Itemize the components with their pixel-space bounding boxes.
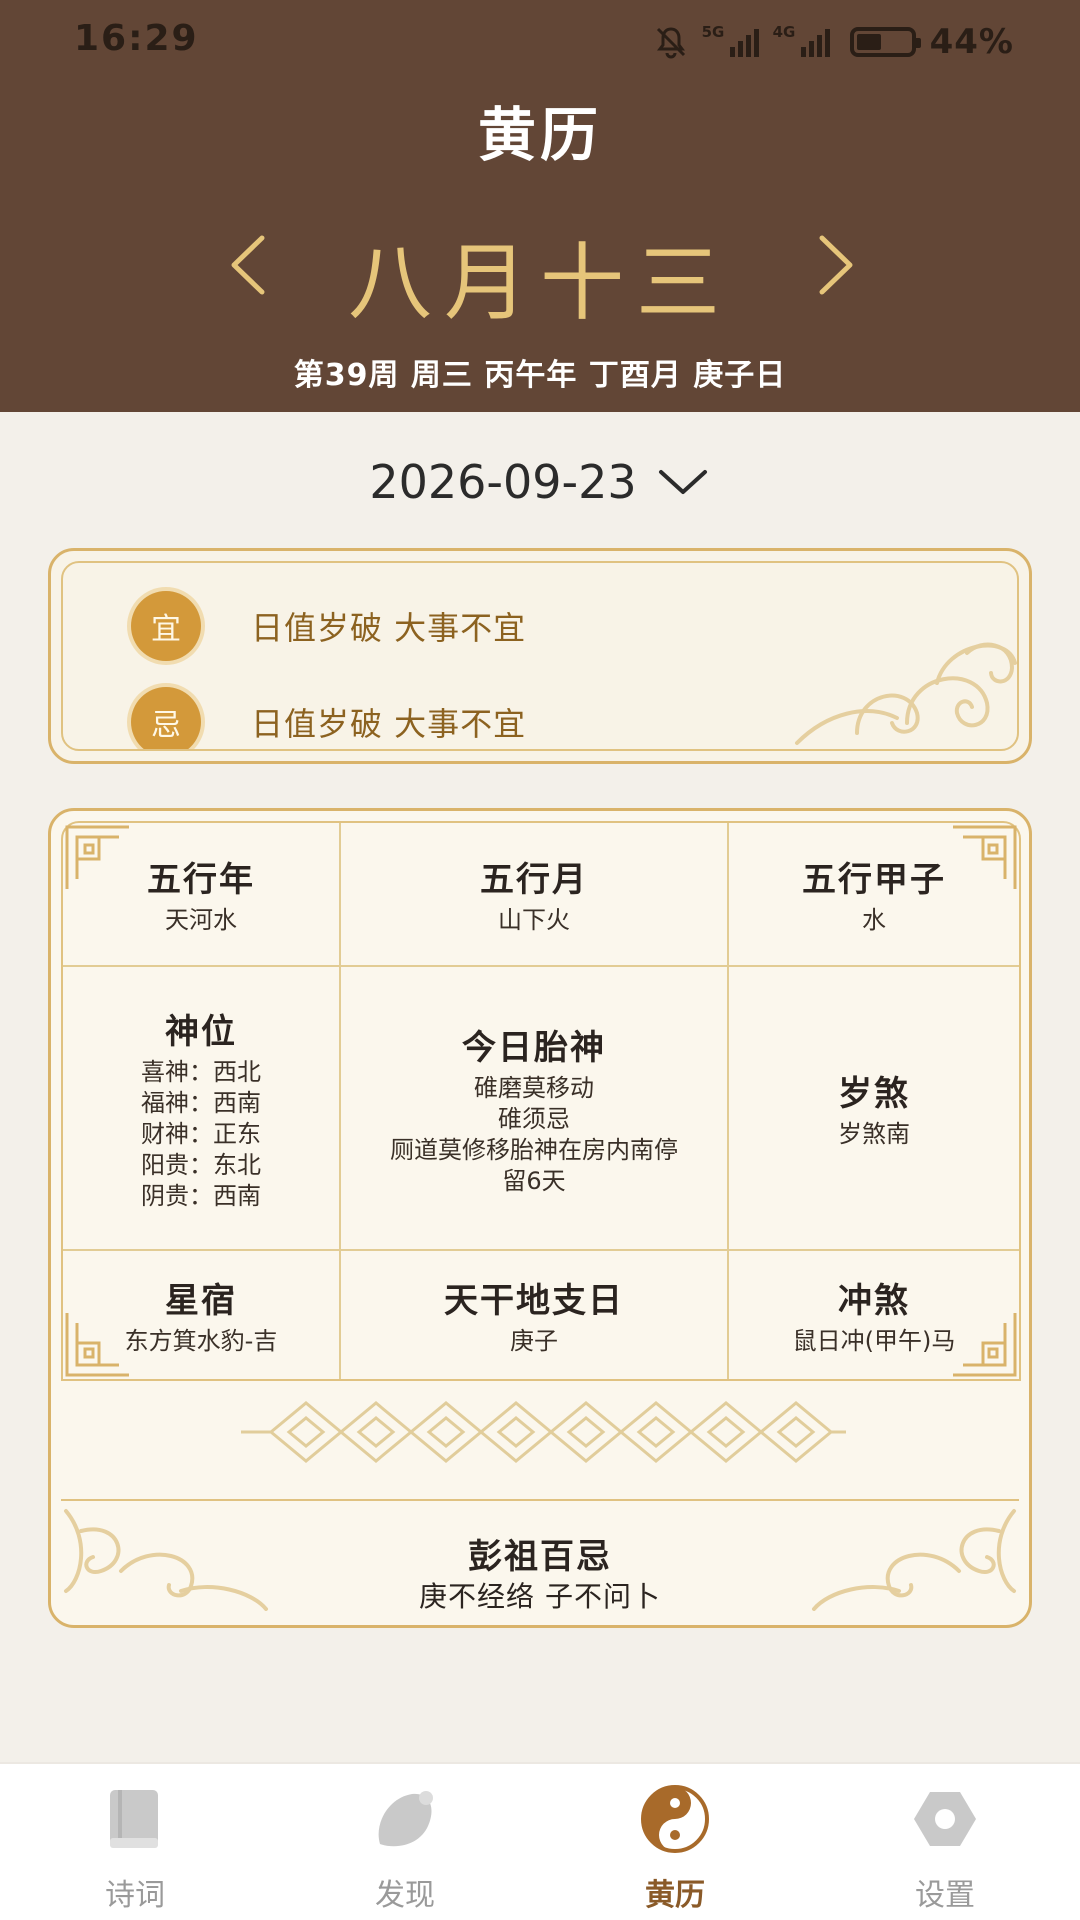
- cell-value: 山下火: [498, 906, 570, 934]
- wuxing-year-cell: 五行年 天河水: [63, 823, 339, 965]
- cell-title: 今日胎神: [462, 1027, 606, 1068]
- chevron-down-icon[interactable]: [655, 464, 711, 500]
- taishen-line: 留6天: [502, 1166, 566, 1195]
- taishen-list: 碓磨莫移动 碓须忌 厕道莫修移胎神在房内南停 留6天: [390, 1073, 678, 1197]
- status-bar: 16:29 5G 4G 44%: [0, 0, 1080, 82]
- status-icons: 5G 4G 44%: [654, 22, 1014, 62]
- cell-value: 岁煞南: [838, 1120, 910, 1148]
- nav-label: 黄历: [645, 1878, 705, 1913]
- shenwei-line: 喜神：西北: [141, 1058, 261, 1086]
- shenwei-line: 财神：正东: [141, 1120, 261, 1148]
- taishen-line: 碓磨莫移动: [474, 1073, 594, 1102]
- cell-value: 天河水: [165, 906, 237, 934]
- selected-date[interactable]: 2026-09-23: [369, 455, 636, 509]
- signal-4g-icon: 4G: [773, 23, 830, 57]
- taishen-cell: 今日胎神 碓磨莫移动 碓须忌 厕道莫修移胎神在房内南停 留6天: [341, 967, 727, 1249]
- nav-label: 诗词: [105, 1878, 165, 1913]
- shenwei-line: 阴贵：西南: [141, 1182, 261, 1210]
- xingxiu-cell: 星宿 东方箕水豹-吉: [63, 1251, 339, 1379]
- discover-blob-icon: [378, 1791, 433, 1847]
- network-5g-label: 5G: [701, 23, 725, 41]
- cloud-ornament-icon: [795, 642, 1017, 745]
- battery-percent: 44%: [929, 22, 1014, 62]
- cell-value: 东方箕水豹-吉: [124, 1327, 278, 1355]
- nav-label: 设置: [915, 1878, 975, 1913]
- cell-title: 神位: [165, 1012, 237, 1052]
- book-icon: [110, 1790, 158, 1848]
- battery-icon: [849, 27, 921, 57]
- taishen-line: 碓须忌: [498, 1104, 570, 1133]
- cell-value: 庚子: [510, 1327, 558, 1355]
- almanac-grid: 五行年 天河水 五行月 山下火 五行甲子 水 神位 喜神：西北 福神：西南 财神…: [61, 821, 1021, 1381]
- cell-title: 星宿: [165, 1281, 237, 1321]
- header: 16:29 5G 4G 44% 黄历 八月十三 第39周 周三 丙午年 丁酉月 …: [0, 0, 1080, 412]
- yi-row: 宜 日值岁破 大事不宜: [131, 591, 526, 661]
- mute-bell-icon: [656, 27, 685, 59]
- yin-yang-icon: [641, 1785, 709, 1853]
- nav-item-almanac[interactable]: 黄历: [540, 1764, 810, 1920]
- chongsha-cell: 冲煞 鼠日冲(甲午)马: [729, 1251, 1019, 1379]
- ganzhi-line: 第39周 周三 丙午年 丁酉月 庚子日: [293, 358, 787, 393]
- status-time: 16:29: [74, 18, 199, 59]
- taishen-line: 厕道莫修移胎神在房内南停: [390, 1135, 678, 1164]
- nav-item-settings[interactable]: 设置: [810, 1764, 1080, 1920]
- wuxing-jiazi-cell: 五行甲子 水: [729, 823, 1019, 965]
- lunar-date-row: 八月十三: [0, 210, 1080, 332]
- cell-title: 五行年: [147, 860, 255, 900]
- date-selector[interactable]: 2026-09-23: [0, 452, 1080, 512]
- cell-title: 五行月: [480, 860, 588, 900]
- cell-title: 五行甲子: [802, 860, 946, 900]
- shenwei-line: 福神：西南: [141, 1089, 261, 1117]
- yi-text: 日值岁破 大事不宜: [251, 609, 527, 647]
- suisha-cell: 岁煞 岁煞南: [729, 967, 1019, 1249]
- yi-ji-inner-frame: 宜 日值岁破 大事不宜 忌 日值岁破 大事不宜: [61, 561, 1019, 751]
- ji-badge: 忌: [131, 687, 201, 749]
- shenwei-list: 喜神：西北 福神：西南 财神：正东 阳贵：东北 阴贵：西南: [141, 1057, 261, 1212]
- cell-title: 岁煞: [838, 1074, 910, 1114]
- nav-item-poetry[interactable]: 诗词: [0, 1764, 270, 1920]
- network-4g-label: 4G: [772, 23, 796, 41]
- almanac-card: 五行年 天河水 五行月 山下火 五行甲子 水 神位 喜神：西北 福神：西南 财神…: [48, 808, 1032, 1628]
- bottom-nav: 诗词 发现 黄历 设置: [0, 1762, 1080, 1920]
- signal-5g-icon: 5G: [702, 23, 759, 57]
- nav-item-discover[interactable]: 发现: [270, 1764, 540, 1920]
- cell-title: 冲煞: [838, 1281, 910, 1321]
- tiangan-dizhi-cell: 天干地支日 庚子: [341, 1251, 727, 1379]
- pengzu-text: 庚不经络 子不问卜: [419, 1580, 661, 1613]
- cell-value: 水: [862, 906, 886, 934]
- wuxing-month-cell: 五行月 山下火: [341, 823, 727, 965]
- nav-label: 发现: [375, 1878, 435, 1913]
- cell-title: 天干地支日: [444, 1281, 624, 1321]
- ji-row: 忌 日值岁破 大事不宜: [131, 687, 527, 749]
- chevron-right-icon[interactable]: [800, 230, 870, 300]
- ji-text: 日值岁破 大事不宜: [251, 705, 527, 743]
- pengzu-title: 彭祖百忌: [468, 1537, 612, 1577]
- yi-badge: 宜: [131, 591, 201, 661]
- yi-ji-card: 宜 日值岁破 大事不宜 忌 日值岁破 大事不宜: [48, 548, 1032, 764]
- shenwei-line: 阳贵：东北: [141, 1151, 261, 1179]
- lunar-date: 八月十三: [347, 234, 732, 332]
- shenwei-cell: 神位 喜神：西北 福神：西南 财神：正东 阳贵：东北 阴贵：西南: [63, 967, 339, 1249]
- lattice-ornament-icon: [241, 1401, 846, 1463]
- page-title: 黄历: [477, 101, 602, 169]
- settings-hexagon-icon: [914, 1792, 976, 1846]
- cell-value: 鼠日冲(甲午)马: [792, 1327, 956, 1355]
